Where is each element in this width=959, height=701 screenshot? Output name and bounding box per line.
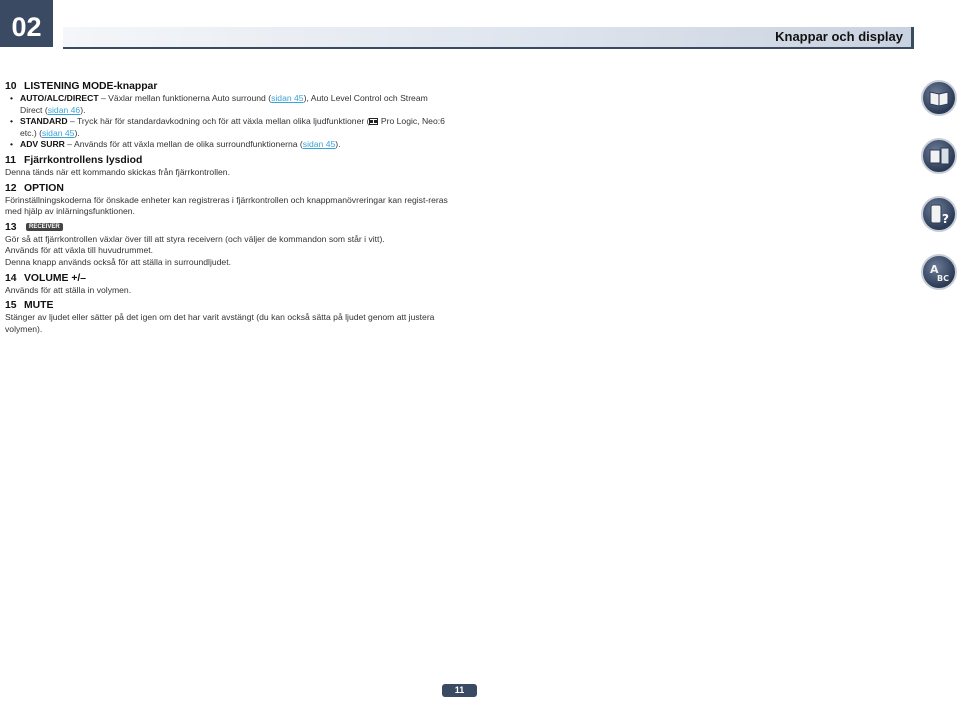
section-15-heading: 15 MUTE [5,300,54,312]
section-12-heading: 12 OPTION [5,182,64,194]
svg-text:?: ? [942,212,949,226]
section-14-heading: 14 VOLUME +/– [5,272,87,284]
receiver-button-tag: RECEIVER [26,223,63,231]
page-link[interactable]: sidan 45 [303,139,336,149]
chapter-number: 02 [11,12,42,42]
bullet-adv-surr: ADV SURR – Används för att växla mellan … [5,139,450,151]
remote-help-icon[interactable]: ? [921,196,957,232]
section-11-heading: 11 Fjärrkontrollens lysdiod [5,154,143,166]
header-bar: Knappar och display [63,27,914,49]
receiver-icon[interactable] [921,138,957,174]
page-link[interactable]: sidan 46 [48,105,81,115]
book-icon[interactable] [921,80,957,116]
svg-text:BC: BC [937,274,949,283]
bullet-standard: STANDARD – Tryck här för standardavkodni… [5,116,450,139]
abc-icon[interactable]: A BC [921,254,957,290]
section-13-line1: Gör så att fjärrkontrollen växlar över t… [5,233,385,244]
bullet-auto-alc-direct: AUTO/ALC/DIRECT – Växlar mellan funktion… [5,93,450,116]
page-number: 11 [442,684,477,697]
page-link[interactable]: sidan 45 [42,128,75,138]
section-14-text: Används för att ställa in volymen. [5,284,132,295]
page-link[interactable]: sidan 45 [271,93,304,103]
section-12-text: Förinställningskoderna för önskade enhet… [5,194,448,217]
chapter-badge: 02 [0,0,53,47]
section-11-text: Denna tänds när ett kommando skickas frå… [5,166,230,177]
section-15-text: Stänger av ljudet eller sätter på det ig… [5,312,435,334]
section-13-heading: 13 RECEIVER [5,221,450,234]
section-10-heading: 10 LISTENING MODE-knappar [5,81,158,92]
main-content: 10LISTENING MODE-knappar AUTO/ALC/DIRECT… [5,77,450,335]
section-13-line2: Används för att växla till huvudrummet. [5,245,154,256]
section-13-line3: Denna knapp används också för att ställa… [5,256,231,267]
page-title: Knappar och display [775,29,903,44]
dolby-icon [369,118,379,126]
